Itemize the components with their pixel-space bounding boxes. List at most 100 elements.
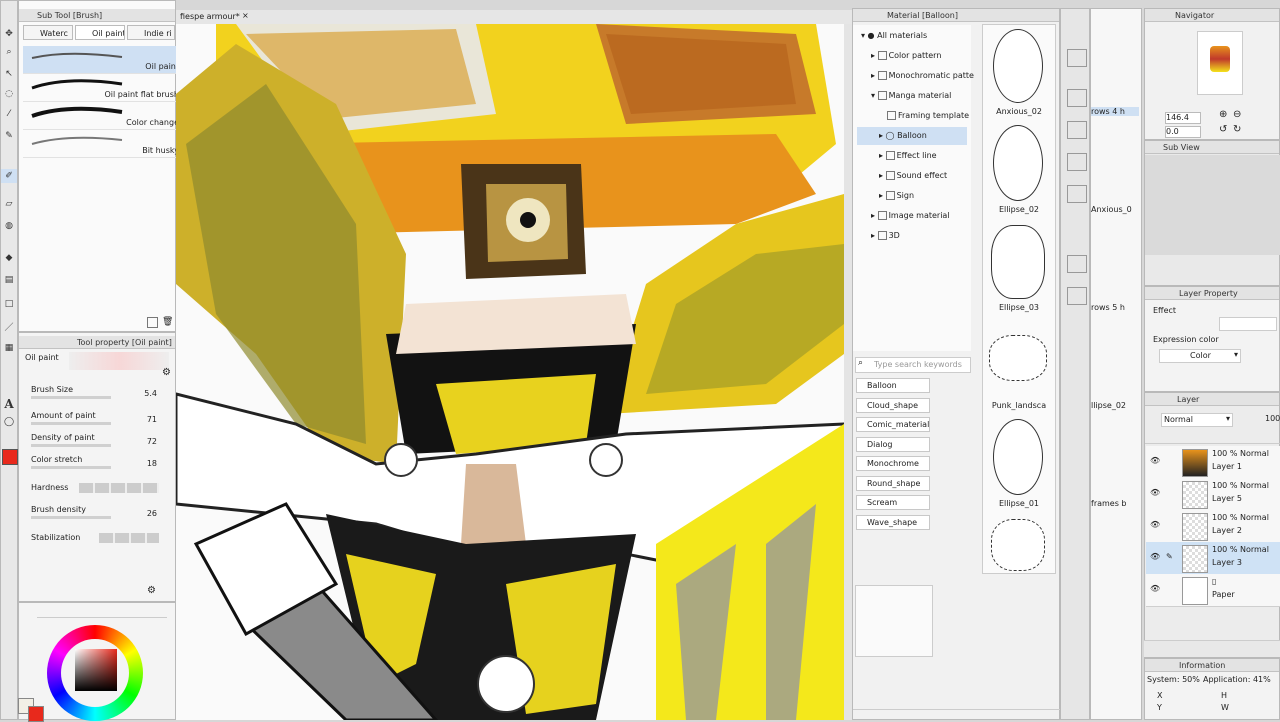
frame-icon[interactable]: ▦ (1, 341, 17, 355)
lasso-icon[interactable]: ◌ (1, 87, 17, 101)
move-icon[interactable]: ✥ (1, 27, 17, 41)
tree-color-pattern[interactable]: ▸ Color pattern (871, 47, 941, 65)
canvas-scrollbar[interactable] (844, 24, 852, 720)
tab-indie[interactable]: Indie ri (127, 25, 175, 40)
rotate-right-icon[interactable]: ↻ (1233, 124, 1241, 135)
layer-row-2[interactable]: 👁 100 % Normal Layer 2 (1146, 510, 1280, 543)
eye-icon[interactable]: 👁 (1150, 456, 1160, 465)
thumb-ellipse-01[interactable] (993, 419, 1043, 495)
prop-brush-density[interactable]: Brush density 26 (31, 505, 171, 525)
saturation-square[interactable] (75, 649, 117, 691)
brush-bit-husky[interactable]: Bit husky (23, 130, 183, 158)
blend-mode-select[interactable]: Normal ▾ (1161, 413, 1233, 427)
brush-density-slider[interactable] (31, 516, 111, 519)
stabilization-steps[interactable] (99, 533, 159, 543)
eyedrop-icon[interactable]: ⁄ (1, 107, 17, 121)
tree-sound-effect[interactable]: ▸ Sound effect (879, 167, 947, 185)
thumb-anxious[interactable] (993, 29, 1043, 103)
thumb-ellipse-03[interactable] (991, 225, 1045, 299)
tree-manga-material[interactable]: ▾ Manga material (871, 87, 951, 105)
panel-icon[interactable] (1067, 153, 1087, 171)
eye-icon[interactable]: 👁 (1150, 552, 1160, 561)
tree-sign[interactable]: ▸ Sign (879, 187, 914, 205)
color-tabs[interactable] (37, 607, 167, 618)
figure-icon[interactable]: □ (1, 297, 17, 311)
tree-balloon[interactable]: ▸ ◯ Balloon (857, 127, 967, 145)
panel-icon[interactable] (1067, 185, 1087, 203)
thumb-ellipse-02[interactable] (993, 125, 1043, 201)
trash-icon[interactable]: 🗑 (162, 317, 173, 327)
main-color-swatch[interactable] (2, 449, 18, 465)
tag-dialog[interactable]: Dialog (856, 437, 930, 452)
tree-effect-line[interactable]: ▸ Effect line (879, 147, 937, 165)
prop-amount-paint[interactable]: Amount of paint 71 (31, 411, 171, 431)
eraser-icon[interactable]: ▱ (1, 197, 17, 211)
text-icon[interactable]: A (1, 397, 17, 411)
brush-oil-flat[interactable]: Oil paint flat brush (23, 74, 183, 102)
select-icon[interactable]: ↖ (1, 67, 17, 81)
zoom-icon[interactable]: ⌕ (1, 45, 17, 59)
thumb-cloud[interactable] (991, 519, 1045, 571)
zoom-in-icon[interactable]: ⊕ (1219, 109, 1227, 120)
tree-3d[interactable]: ▸ 3D (871, 227, 900, 245)
prop-color-stretch[interactable]: Color stretch 18 (31, 455, 171, 475)
wrench-icon[interactable]: ⚙ (147, 585, 156, 596)
eye-icon[interactable]: 👁 (1150, 488, 1160, 497)
tree-framing-template[interactable]: Framing template (887, 107, 969, 125)
navigator-preview[interactable] (1197, 31, 1243, 95)
panel-icon[interactable] (1067, 49, 1087, 67)
gradient-icon[interactable]: ▤ (1, 273, 17, 287)
brush-color-change[interactable]: Color change (23, 102, 183, 130)
layer-row-1[interactable]: 👁 100 % Normal Layer 1 (1146, 446, 1280, 479)
brush-size-slider[interactable] (31, 396, 111, 399)
tree-monochromatic[interactable]: ▸ Monochromatic patte (871, 67, 974, 85)
panel-icon[interactable] (1067, 121, 1087, 139)
close-tab-icon[interactable]: × (242, 11, 249, 20)
prop-density-paint[interactable]: Density of paint 72 (31, 433, 171, 453)
tag-scream[interactable]: Scream (856, 495, 930, 510)
balloon-icon[interactable]: ◯ (1, 415, 17, 429)
tag-cloud-shape[interactable]: Cloud_shape (856, 398, 930, 413)
document-tab[interactable]: fiespe armour* (180, 12, 240, 21)
thumb-punk[interactable] (989, 335, 1047, 381)
duplicate-icon[interactable] (147, 317, 158, 328)
density-slider[interactable] (31, 444, 111, 447)
eye-icon[interactable]: 👁 (1150, 520, 1160, 529)
amount-slider[interactable] (31, 422, 111, 425)
fill-icon[interactable]: ◆ (1, 251, 17, 265)
panel-icon[interactable] (1067, 255, 1087, 273)
hardness-steps[interactable] (79, 483, 159, 493)
panel-icon[interactable] (1067, 287, 1087, 305)
brush-icon[interactable]: ✐ (1, 169, 17, 183)
rotation-field[interactable]: 0.0 (1165, 126, 1201, 138)
layer-row-5[interactable]: 👁 100 % Normal Layer 5 (1146, 478, 1280, 511)
layer-row-paper[interactable]: 👁 ▯ Paper (1146, 574, 1280, 607)
prop-stabilization[interactable]: Stabilization (31, 533, 171, 553)
blend-icon[interactable]: ◍ (1, 219, 17, 233)
zoom-out-icon[interactable]: ⊖ (1233, 109, 1241, 120)
prop-hardness[interactable]: Hardness (31, 483, 171, 503)
tag-balloon[interactable]: Balloon (856, 378, 930, 393)
ruler-icon[interactable]: ／ (1, 319, 17, 333)
tab-oil-paint[interactable]: Oil paint (75, 25, 125, 40)
expression-color-select[interactable]: Color ▾ (1159, 349, 1241, 363)
search-box[interactable]: ⌕ Type search keywords (855, 357, 971, 373)
opacity-value[interactable]: 100 (1265, 414, 1280, 423)
zoom-field[interactable]: 146.4 (1165, 112, 1201, 124)
prop-brush-size[interactable]: Brush Size 5.4 (31, 385, 171, 405)
tree-image-material[interactable]: ▸ Image material (871, 207, 950, 225)
sub-view-area[interactable] (1145, 155, 1280, 255)
tag-round-shape[interactable]: Round_shape (856, 476, 930, 491)
pen-icon[interactable]: ✎ (1, 129, 17, 143)
panel-icon[interactable] (1067, 89, 1087, 107)
settings-icon[interactable]: ⚙ (162, 367, 171, 378)
tree-all-materials[interactable]: ▾ ● All materials (861, 27, 927, 45)
brush-oil-paint[interactable]: Oil paint (23, 46, 183, 74)
rotate-left-icon[interactable]: ↺ (1219, 124, 1227, 135)
tab-watercolor[interactable]: Waterc (23, 25, 73, 40)
tag-wave-shape[interactable]: Wave_shape (856, 515, 930, 530)
stretch-slider[interactable] (31, 466, 111, 469)
tag-comic-material[interactable]: Comic_material (856, 417, 930, 432)
canvas[interactable] (176, 24, 844, 720)
eye-icon[interactable]: 👁 (1150, 584, 1160, 593)
